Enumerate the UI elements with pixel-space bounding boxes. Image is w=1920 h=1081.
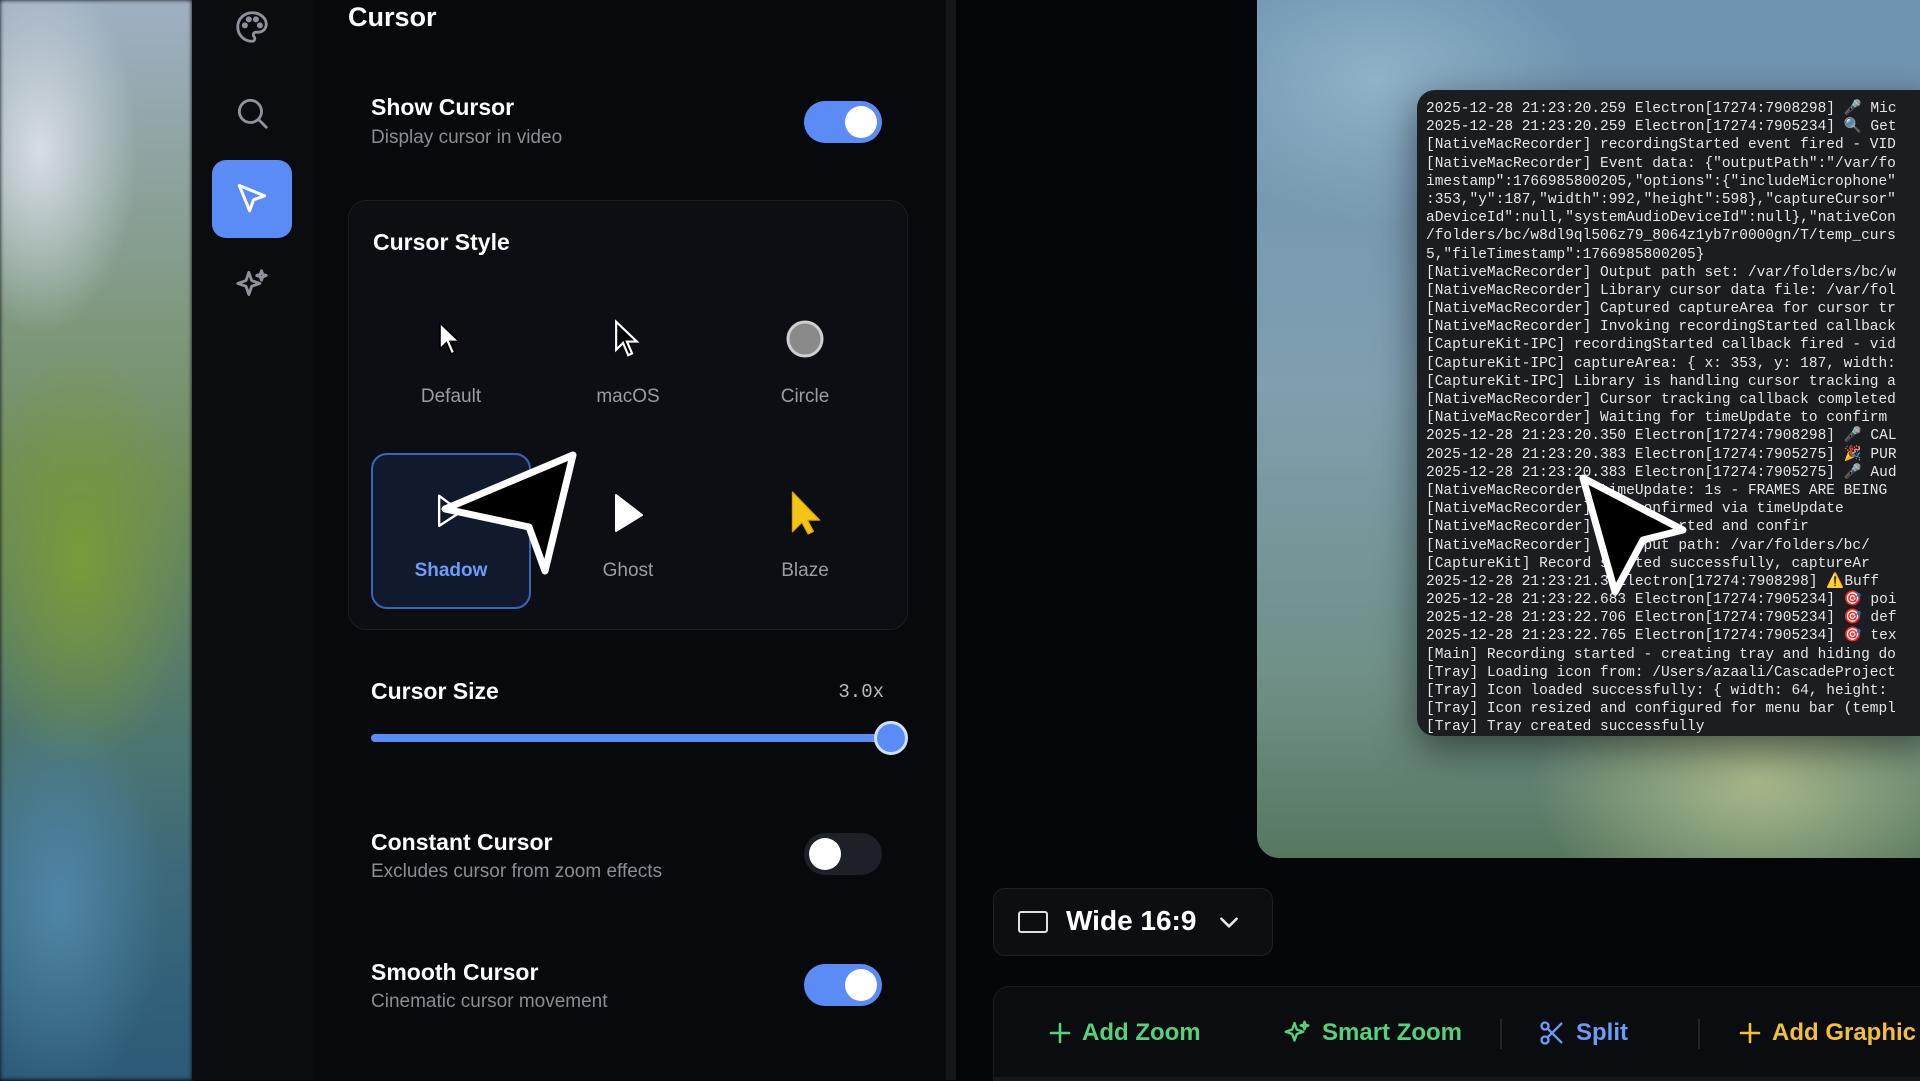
aspect-ratio-label: Wide 16:9 [1066,905,1197,936]
smart-zoom-label: Smart Zoom [1322,1019,1463,1046]
sparkles-icon [236,269,268,296]
terminal-line: aDeviceId":null,"systemAudioDeviceId":nu… [1426,210,1896,227]
macos-cursor-icon [615,319,640,357]
terminal-line: 2025-12-28 21:23:22.765 Electron[17274:7… [1426,628,1897,645]
terminal-line: 2025-12-28 21:23:20.383 Electron[17274:7… [1426,446,1897,463]
terminal-line: 2025-12-28 21:23:20.259 Electron[17274:7… [1426,119,1897,136]
terminal-window: 2025-12-28 21:23:20.259 Electron[17274:7… [1417,90,1920,736]
overlay-cursor-icon [441,451,577,575]
terminal-line: /folders/bc/w8dl9ql506z79_8064z1yb7r0000… [1426,228,1896,245]
blaze-cursor-icon [791,491,821,535]
terminal-line: 2025-12-28 21:23:20.259 Electron[17274:7… [1426,101,1897,117]
show-cursor-subtitle: Display cursor in video [371,127,563,148]
terminal-line: [NativeMacRecorder] Invoking recordingSt… [1426,319,1896,336]
rail-item-search[interactable] [212,74,292,152]
terminal-line: [NativeMacRecorder] Library cursor data … [1426,282,1896,299]
rail-item-cursor[interactable] [212,160,292,238]
terminal-line: 2025-12-28 21:23:20.350 Electron[17274:7… [1426,428,1897,445]
cursor-size-slider[interactable] [371,721,908,755]
terminal-line: 2025-12-28 21:23:22.706 Electron[17274:7… [1426,610,1897,627]
search-icon [237,98,268,129]
toolbar-separator [1698,1019,1700,1049]
terminal-line: [Tray] Tray created successfully [1426,719,1705,736]
circle-cursor-icon [786,320,824,358]
terminal-line: [CaptureKit-IPC] recordingStarted callba… [1426,337,1896,354]
terminal-line: [Tray] Icon resized and configured for m… [1426,701,1896,718]
cursor-style-label: Blaze [781,560,829,581]
cursor-icon [237,184,267,213]
add-graphic-label: Add Graphic [1772,1019,1917,1046]
terminal-line: imestamp":1766985800205,"options":{"incl… [1426,173,1896,190]
plus-icon [1739,1022,1761,1044]
constant-cursor-subtitle: Excludes cursor from zoom effects [371,861,663,882]
scissors-icon [1540,1021,1563,1045]
cursor-style-title: Cursor Style [373,229,510,255]
sparkles-icon [1284,1020,1310,1042]
panel-title: Cursor [348,2,437,32]
plus-icon [1049,1022,1071,1044]
cursor-style-label: Circle [780,386,830,407]
toggle-knob [845,106,877,138]
timeline-toolbar: Add Zoom Smart Zoom Split Add Graphic [993,986,1920,1081]
constant-cursor-title: Constant Cursor [371,829,553,855]
terminal-line: [Tray] Loading icon from: /Users/azaali/… [1426,664,1896,681]
split-label: Split [1576,1019,1628,1046]
split-button[interactable]: Split [1538,1013,1628,1053]
terminal-line: [NativeMacRecorder] recordingStarted eve… [1426,137,1896,154]
terminal-line: [Tray] Icon loaded successfully: { width… [1426,683,1888,699]
terminal-line: [Main] Recording started - creating tray… [1426,646,1896,663]
toolbar-separator [1500,1019,1502,1049]
smooth-cursor-toggle[interactable] [804,964,882,1006]
terminal-line: [NativeMacRecorder] Output path set: /va… [1426,264,1896,281]
add-zoom-button[interactable]: Add Zoom [1048,1013,1201,1053]
terminal-line: [CaptureKit-IPC] Library is handling cur… [1426,373,1896,390]
terminal-line: [NativeMacRecorder] Waiting for timeUpda… [1426,410,1888,427]
constant-cursor-toggle[interactable] [804,833,882,875]
terminal-line: [NativeMacRecorder] Captured captureArea… [1426,301,1896,318]
video-preview[interactable]: 2025-12-28 21:23:20.259 Electron[17274:7… [1257,0,1920,858]
arrow-cursor-icon [439,321,462,356]
cursor-size-title: Cursor Size [371,678,499,704]
preview-cursor-icon [1579,474,1687,596]
show-cursor-title: Show Cursor [371,94,515,120]
cursor-style-macos[interactable]: macOS [550,281,706,433]
rail-item-appearance[interactable] [212,0,292,66]
sidebar-rail [192,0,315,1080]
add-graphic-button[interactable]: Add Graphic [1738,1013,1916,1053]
rail-item-effects[interactable] [212,246,292,324]
cursor-settings-panel: Cursor Show Cursor Display cursor in vid… [314,0,946,1080]
smart-zoom-button[interactable]: Smart Zoom [1282,1013,1462,1053]
add-zoom-label: Add Zoom [1082,1019,1201,1046]
timeline-track[interactable] [994,1077,1920,1081]
cursor-style-default[interactable]: Default [373,281,529,433]
palette-icon [236,11,268,43]
smooth-cursor-subtitle: Cinematic cursor movement [371,991,608,1012]
cursor-style-label: Default [420,386,482,407]
ghost-cursor-icon [615,494,643,532]
cursor-style-label: macOS [596,386,660,407]
terminal-line: [CaptureKit-IPC] captureArea: { x: 353, … [1426,355,1896,372]
show-cursor-toggle[interactable] [804,101,882,143]
frame-icon [1018,911,1048,933]
aspect-ratio-dropdown[interactable]: Wide 16:9 [993,888,1273,956]
cursor-style-blaze[interactable]: Blaze [727,455,883,607]
toggle-knob [845,969,877,1001]
slider-thumb[interactable] [874,721,908,755]
terminal-line: :353,"y":187,"width":992,"height":598},"… [1426,191,1896,208]
terminal-line: 5,"fileTimestamp":1766985800205} [1426,246,1705,263]
terminal-line: [NativeMacRecorder] Event data: {"output… [1426,155,1896,172]
slider-fill [371,734,891,742]
terminal-log: 2025-12-28 21:23:20.259 Electron[17274:7… [1426,100,1920,736]
toggle-knob [809,838,841,870]
chevron-down-icon [1220,917,1238,928]
smooth-cursor-title: Smooth Cursor [371,959,539,985]
cursor-style-card: Cursor Style Default macOS Circle Shadow… [348,200,908,630]
cursor-size-value: 3.0x [838,681,884,703]
panel-divider[interactable] [946,0,956,1080]
terminal-line: [NativeMacRecorder] Cursor tracking call… [1426,392,1896,408]
blurred-background [0,0,192,1080]
cursor-style-circle[interactable]: Circle [727,281,883,433]
